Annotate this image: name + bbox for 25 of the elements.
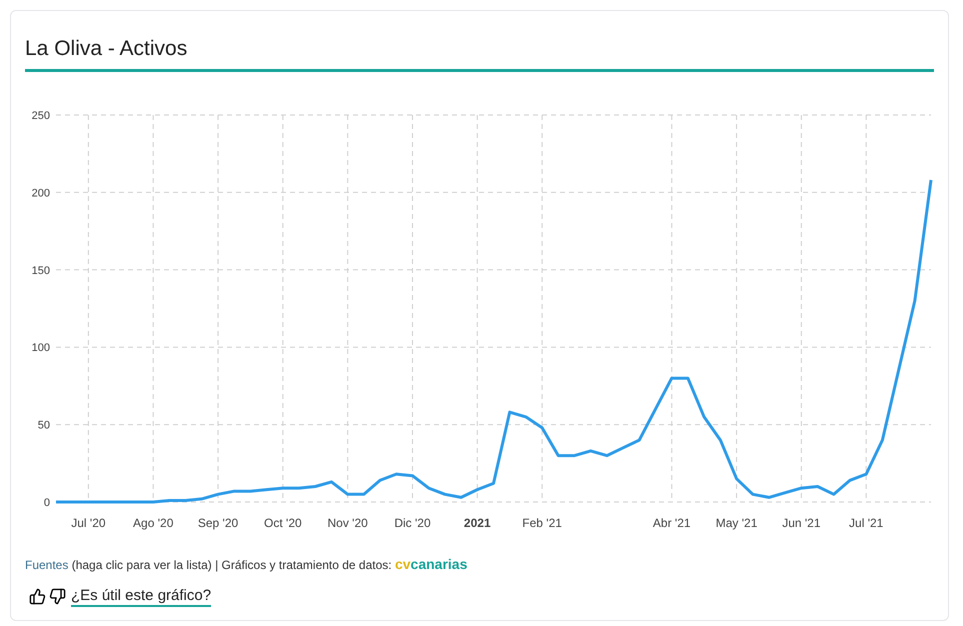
x-axis-label: Jun '21 <box>782 516 821 530</box>
x-axis-label: Abr '21 <box>652 516 691 530</box>
x-axis-label: Sep '20 <box>198 516 238 530</box>
x-axis-label: 2021 <box>464 516 491 530</box>
y-axis-label: 50 <box>38 419 50 432</box>
sources-note: Fuentes (haga clic para ver la lista) | Gráficos y tratamiento de datos: cvcanarias <box>25 554 468 574</box>
thumbs-down-icon[interactable] <box>49 588 66 605</box>
y-axis-label: 250 <box>32 110 50 122</box>
y-axis-label: 0 <box>44 496 50 508</box>
brand-logo: cvcanarias <box>394 556 468 572</box>
x-axis-label: Oct '20 <box>264 516 302 530</box>
sources-link[interactable]: Fuentes <box>25 558 68 572</box>
x-axis-label: Jul '21 <box>849 516 884 530</box>
feedback-link[interactable]: ¿Es útil este gráfico? <box>71 586 212 606</box>
y-axis-label: 150 <box>32 264 50 276</box>
y-axis-label: 100 <box>32 342 50 354</box>
x-axis-label: Jul '20 <box>71 516 106 530</box>
x-axis-label: May '21 <box>716 516 758 530</box>
x-axis-label: Ago '20 <box>133 516 174 530</box>
y-axis-label: 200 <box>32 186 50 199</box>
x-axis-label: Feb '21 <box>522 516 562 530</box>
thumbs-up-icon[interactable] <box>29 588 46 605</box>
chart-title: La Oliva - Activos <box>25 36 188 62</box>
x-axis-label: Dic '20 <box>394 516 431 530</box>
x-axis-label: Nov '20 <box>328 516 368 530</box>
